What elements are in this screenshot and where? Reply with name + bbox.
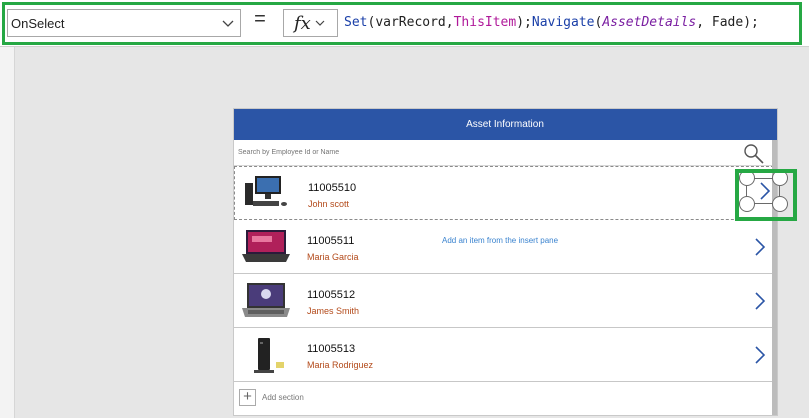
- property-dropdown[interactable]: OnSelect: [7, 9, 241, 37]
- fx-icon: fx: [294, 12, 311, 34]
- formula-token: );: [743, 15, 759, 30]
- fx-button[interactable]: fx: [283, 9, 338, 37]
- desktop-computer-image: [245, 176, 287, 206]
- scrollbar[interactable]: [772, 109, 777, 415]
- gallery-row[interactable]: 11005511 Maria Garcia Add an item from t…: [234, 220, 774, 274]
- chevron-down-icon: [222, 20, 234, 27]
- employee-name: John scott: [308, 199, 350, 209]
- gallery-row[interactable]: 11005510 John scott: [234, 166, 774, 220]
- formula-token: ,: [696, 15, 712, 30]
- left-panel-edge: [0, 47, 15, 418]
- laptop-image: [242, 283, 290, 317]
- search-input[interactable]: [238, 149, 638, 156]
- selected-icon-highlight: [735, 169, 797, 221]
- employee-id: 11005513: [307, 343, 356, 355]
- employee-name: Maria Garcia: [307, 252, 359, 262]
- search-icon[interactable]: [743, 143, 765, 165]
- app-screen: Asset Information 11005510 John scott 11…: [233, 108, 778, 416]
- formula-token: Navigate: [531, 15, 595, 30]
- formula-token: );: [516, 15, 532, 30]
- app-header: Asset Information: [234, 109, 776, 140]
- add-section[interactable]: + Add section: [234, 383, 774, 415]
- chevron-down-icon: [315, 20, 325, 26]
- formula-token: ThisItem: [453, 15, 517, 30]
- insert-pane-hint: Add an item from the insert pane: [442, 236, 559, 245]
- scrollbar-header-segment: [772, 109, 777, 140]
- formula-token: ,: [445, 15, 454, 30]
- employee-id: 11005512: [307, 289, 356, 301]
- add-section-label: Add section: [262, 393, 304, 402]
- formula-token: Fade: [711, 15, 744, 30]
- gallery-row[interactable]: 11005512 James Smith: [234, 274, 774, 328]
- app-title: Asset Information: [466, 119, 544, 130]
- plus-icon[interactable]: +: [239, 389, 256, 406]
- formula-token: Set: [344, 15, 368, 30]
- employee-id: 11005511: [307, 235, 355, 247]
- search-bar: [234, 140, 774, 166]
- employee-name: Maria Rodriguez: [307, 360, 374, 370]
- laptop-image: [242, 230, 290, 262]
- chevron-right-icon[interactable]: [754, 345, 766, 365]
- equals-sign: =: [254, 8, 266, 30]
- chevron-right-icon[interactable]: [754, 291, 766, 311]
- chevron-right-icon[interactable]: [754, 237, 766, 257]
- employee-id: 11005510: [308, 182, 357, 194]
- gallery-row[interactable]: 11005513 Maria Rodriguez: [234, 328, 774, 382]
- formula-token: AssetDetails: [602, 15, 697, 30]
- formula-input[interactable]: Set(varRecord,ThisItem);Navigate(AssetDe…: [344, 15, 759, 30]
- formula-bar: OnSelect = fx Set(varRecord,ThisItem);Na…: [0, 0, 809, 47]
- employee-name: James Smith: [307, 306, 360, 316]
- formula-token: varRecord: [375, 15, 446, 30]
- thin-client-image: [254, 338, 284, 373]
- property-dropdown-value: OnSelect: [11, 15, 65, 31]
